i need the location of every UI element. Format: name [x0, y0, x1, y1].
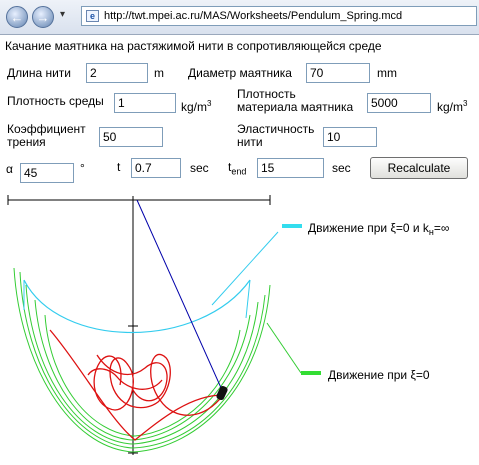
- green-legend-label: Движение при ξ=0: [328, 368, 430, 382]
- thread-length-input[interactable]: [86, 63, 148, 83]
- friction-input[interactable]: [99, 127, 163, 147]
- friction-label-line2: трения: [7, 135, 46, 149]
- red-trajectory: [49, 329, 224, 441]
- pendulum-bob: [216, 385, 228, 401]
- t-input[interactable]: [131, 158, 181, 178]
- recalculate-button[interactable]: Recalculate: [370, 157, 468, 179]
- forward-button[interactable]: →: [32, 6, 54, 28]
- elasticity-input[interactable]: [323, 127, 377, 147]
- medium-density-unit: kg/m3: [181, 99, 212, 114]
- diameter-input[interactable]: [306, 63, 370, 83]
- medium-density-input[interactable]: [114, 93, 176, 113]
- t-end-unit: sec: [332, 161, 351, 175]
- forward-arrow-icon: →: [36, 9, 50, 25]
- back-arrow-icon: ←: [10, 9, 24, 25]
- page-icon: e: [86, 10, 99, 22]
- alpha-unit: °: [80, 161, 85, 175]
- address-bar[interactable]: e http://twt.mpei.ac.ru/MAS/Worksheets/P…: [81, 6, 477, 26]
- cyan-legend-label: Движение при ξ=0 и kн=∞: [308, 221, 449, 237]
- t-end-input[interactable]: [257, 158, 324, 178]
- history-dropdown-icon[interactable]: ▾: [60, 9, 65, 20]
- pendulum-thread: [136, 199, 223, 391]
- t-label: t: [117, 160, 121, 174]
- t-unit: sec: [190, 161, 209, 175]
- diameter-label: Диаметр маятника: [188, 66, 292, 80]
- thread-length-label: Длина нити: [7, 66, 71, 80]
- material-density-input[interactable]: [367, 93, 431, 113]
- cyan-leader-line: [211, 231, 279, 306]
- page-title: Качание маятника на растяжимой нити в со…: [5, 39, 382, 53]
- green-leader-line: [266, 322, 302, 374]
- browser-toolbar: ← → ▾ e http://twt.mpei.ac.ru/MAS/Worksh…: [0, 0, 479, 35]
- elasticity-label-line2: нити: [237, 135, 263, 149]
- cyan-trajectory: [23, 279, 251, 334]
- material-density-unit: kg/m3: [437, 99, 468, 114]
- thread-length-unit: m: [154, 66, 164, 80]
- alpha-label: α: [6, 162, 13, 176]
- green-trajectory: [13, 267, 271, 453]
- diameter-unit: mm: [377, 66, 397, 80]
- medium-density-label: Плотность среды: [7, 94, 104, 108]
- back-button[interactable]: ←: [6, 6, 28, 28]
- t-end-label: tend: [228, 160, 247, 177]
- cyan-trajectory-right: [245, 279, 251, 319]
- address-text: http://twt.mpei.ac.ru/MAS/Worksheets/Pen…: [104, 10, 403, 22]
- pendulum-plot: Движение при ξ=0 и kн=∞ Движение при ξ=0: [7, 195, 449, 455]
- material-density-label-line2: материала маятника: [237, 100, 354, 114]
- alpha-input[interactable]: [20, 163, 74, 183]
